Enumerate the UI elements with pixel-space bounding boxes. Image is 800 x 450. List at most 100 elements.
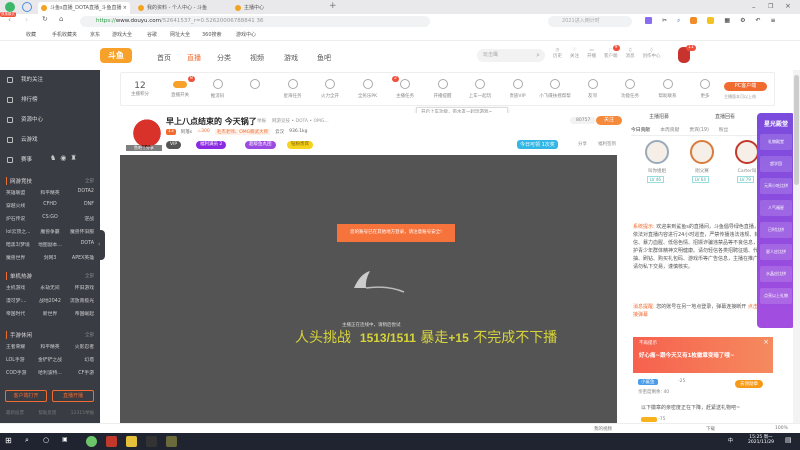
ime-language[interactable]: 中 <box>728 437 733 444</box>
section-more-link[interactable]: 全部 <box>85 273 94 279</box>
new-tab-button[interactable]: + <box>329 1 337 11</box>
download-button[interactable]: 下载 <box>706 426 715 432</box>
tab-vip[interactable]: 贵宾(19) <box>689 126 708 133</box>
nav-home[interactable]: 首页 <box>157 53 171 63</box>
douyu-logo[interactable]: 斗鱼 <box>100 48 132 63</box>
activity-item[interactable]: 点亮以上礼物 <box>760 288 792 304</box>
game-link[interactable]: DOTA <box>65 241 94 248</box>
nav-yuba[interactable]: 鱼吧 <box>317 53 331 63</box>
url-input[interactable]: https://www.douyu.com/52641537_r=0.52620… <box>80 16 430 27</box>
nav-video[interactable]: 视频 <box>250 53 264 63</box>
footer-link[interactable]: 最新投票 <box>6 410 24 416</box>
activity-item[interactable]: 人气福星 <box>760 200 792 216</box>
minimize-button[interactable]: – <box>752 3 756 11</box>
game-link[interactable]: CFHD <box>35 202 64 209</box>
toolbar-item[interactable]: 贵族VIP <box>501 79 535 99</box>
close-popup-icon[interactable]: × <box>763 338 769 346</box>
bookmark-item[interactable]: 游戏中心 <box>236 31 256 38</box>
game-link[interactable]: 哈利波特... <box>35 369 64 376</box>
toolbar-item[interactable] <box>238 79 272 93</box>
tab-douyu-live[interactable]: 斗鱼s直播_DOTA直播_斗鱼直播 × <box>38 2 130 14</box>
start-broadcast-button[interactable]: 直播开播 <box>52 390 94 402</box>
broadcast-button[interactable]: ▭ 开播 <box>587 48 596 59</box>
app-icon[interactable] <box>126 436 137 447</box>
share-button[interactable]: 分享 <box>578 141 587 147</box>
maximize-button[interactable]: ❐ <box>768 3 773 10</box>
game-link[interactable]: 主机游戏 <box>6 284 35 291</box>
game-link[interactable]: APEX英雄 <box>65 254 94 261</box>
home-button[interactable]: ⌂ <box>59 15 63 23</box>
game-link[interactable]: COD手游 <box>6 369 35 376</box>
shield-icon[interactable] <box>707 17 715 24</box>
game-link[interactable]: 帝国崛起 <box>65 310 94 317</box>
activity-item[interactable]: 礼物殿堂 <box>760 134 792 150</box>
navigation-icon[interactable] <box>22 2 32 12</box>
diamond-fan-tag[interactable]: 钻粉贵宾 <box>287 141 313 149</box>
footer-link[interactable]: 12315举报 <box>71 410 94 416</box>
tab-anchor-center[interactable]: 主播中心 <box>232 2 324 14</box>
activity-item[interactable]: 已时比拼 <box>760 222 792 238</box>
page-scrollbar[interactable] <box>793 70 800 423</box>
client-button[interactable]: ◌ 客户端 9 <box>604 45 620 59</box>
contributor-name[interactable]: 刚父赛 <box>686 168 718 174</box>
toolbar-item[interactable]: 开播提醒 <box>426 79 460 99</box>
toolbar-item[interactable]: 主播任务 <box>388 79 422 99</box>
sidebar-item-events[interactable]: 赛事 <box>7 155 32 163</box>
sidebar-item-ranking[interactable]: 排行榜 <box>7 95 38 103</box>
search-icon[interactable]: ⌕ <box>25 436 29 445</box>
game-link[interactable]: 魔兽争霸 <box>35 228 64 235</box>
open-client-button[interactable]: 客户端打开 <box>5 390 47 402</box>
sidebar-item-following[interactable]: 我的关注 <box>7 75 43 83</box>
game-link[interactable]: 幻塔 <box>65 356 94 363</box>
contributor-avatar[interactable] <box>690 140 714 164</box>
welfare-tag[interactable]: 福利满员 2 <box>196 141 227 149</box>
report-link[interactable]: 举报 <box>257 118 266 124</box>
toolbar-item[interactable]: 全民乐PK <box>351 79 385 99</box>
forward-button[interactable]: › <box>25 15 28 24</box>
footer-link[interactable]: 帮助反馈 <box>38 410 56 416</box>
sidebar-item-cloud-games[interactable]: 云游戏 <box>7 135 38 143</box>
game-icon[interactable] <box>690 17 698 24</box>
nav-live[interactable]: 直播 <box>187 53 201 63</box>
messages-button[interactable]: ♫ 消息 <box>626 48 635 59</box>
bookmark-item[interactable]: 收藏 <box>26 31 36 38</box>
bookmark-item[interactable]: 谷歌 <box>147 31 157 38</box>
game-link[interactable]: 和平精英 <box>35 343 64 350</box>
game-link[interactable]: 永劫无间 <box>35 284 64 291</box>
game-link[interactable]: CS:GO <box>35 215 64 222</box>
contributor-avatar[interactable] <box>645 140 669 164</box>
search-icon[interactable]: ⌕ <box>677 17 680 25</box>
notification-icon[interactable]: ▤ <box>785 436 792 444</box>
activity-banner[interactable]: 星光殿堂 礼物殿堂 超学团 元宵小吃比拼 人气福星 已时比拼 星人应比拼 水晶应比拼 点亮以上… <box>757 113 795 328</box>
bookmark-item[interactable]: 360搜索 <box>202 31 222 38</box>
browser-logo-icon[interactable] <box>5 2 15 12</box>
vip-tag[interactable]: VIP <box>166 141 182 149</box>
toolbar-item[interactable]: 推流码 <box>201 79 235 99</box>
game-link[interactable]: 流放南极光 <box>65 297 94 304</box>
toolbar-item[interactable]: 功能任务 <box>613 79 647 99</box>
toolbar-item[interactable]: 更多 <box>688 79 722 99</box>
game-link[interactable]: 战地2042 <box>35 297 64 304</box>
browser-search-input[interactable]: 2021进入倒计时 <box>548 16 632 27</box>
game-link[interactable]: 英雄联盟 <box>6 189 35 196</box>
contributor-name[interactable]: 叫你姐姐 <box>641 168 673 174</box>
menu-icon[interactable]: ≡ <box>771 17 776 25</box>
sidebar-collapse-button[interactable]: ‹ <box>97 230 105 260</box>
game-link[interactable]: 魔兽怀旧服 <box>65 228 94 235</box>
game-link[interactable]: 和平精英 <box>35 189 64 196</box>
nav-category[interactable]: 分类 <box>217 53 231 63</box>
fishball-tag[interactable]: 超级鱼丸团 <box>245 141 276 149</box>
start-button[interactable]: ⊞ <box>5 436 12 445</box>
activity-item[interactable]: 元宵小吃比拼 <box>760 178 792 194</box>
my-video-button[interactable]: 我的视频 <box>594 426 612 432</box>
follow-button[interactable]: 关注 <box>596 116 622 125</box>
tab-fans[interactable]: 粉丝 <box>719 126 729 133</box>
toolbar-item[interactable]: 帮助联系 <box>651 79 685 99</box>
clock[interactable]: 15:25 周一 2021/11/29 <box>748 434 774 445</box>
game-link[interactable]: DOTA2 <box>65 189 94 196</box>
event-logo-icons[interactable]: ♞◉♜ <box>50 154 81 162</box>
extension-icon[interactable] <box>645 17 652 24</box>
game-link[interactable]: 炉石传说 <box>6 215 35 222</box>
daily-reward-button[interactable]: 今日可领 1次奖 <box>517 140 558 149</box>
app-icon[interactable] <box>166 436 177 447</box>
